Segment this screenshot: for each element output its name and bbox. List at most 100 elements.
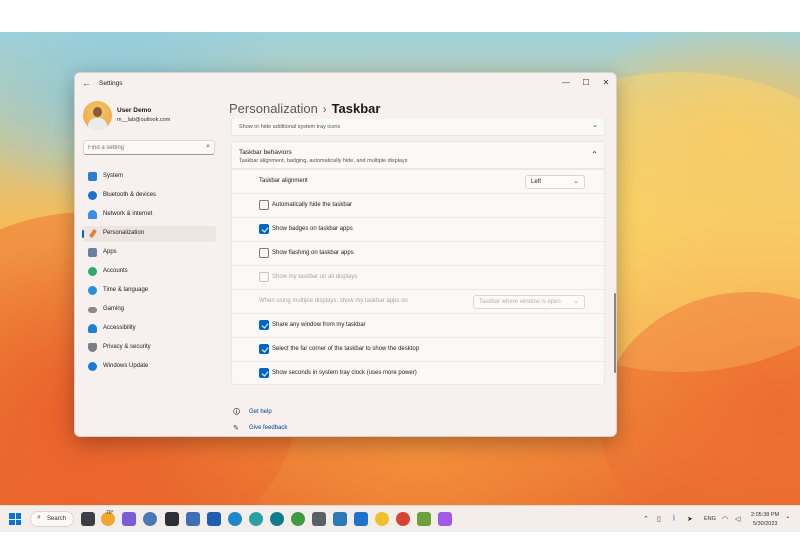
volume-icon[interactable]: ◁ [735, 515, 740, 523]
widgets-icon[interactable] [81, 512, 95, 526]
active-indicator [82, 230, 84, 238]
chrome-canary-icon[interactable] [375, 512, 389, 526]
sidebar-item-personalization[interactable]: Personalization [82, 226, 216, 242]
location-icon[interactable]: ➤ [687, 515, 693, 523]
sidebar-item-system[interactable]: System [83, 169, 216, 185]
user-email: m__lab@outlook.com [117, 117, 171, 123]
language-indicator[interactable]: ENG [704, 516, 716, 522]
start-icon[interactable] [9, 513, 21, 525]
sidebar-item-gaming[interactable]: Gaming [83, 302, 216, 318]
chevron-down-icon: ⌄ [573, 298, 579, 305]
show-flashing-checkbox[interactable] [259, 248, 269, 258]
accessibility-icon [88, 324, 97, 333]
sidebar-item-label: Privacy & security [103, 344, 151, 350]
search-input[interactable] [88, 143, 198, 153]
sidebar-item-time-language[interactable]: Time & language [83, 283, 216, 299]
title-bar: ← Settings — ☐ ✕ [75, 73, 616, 95]
tray-icons-card[interactable]: Show or hide additional system tray icon… [231, 119, 605, 136]
phone-link-icon[interactable] [354, 512, 368, 526]
edge-dev-icon[interactable] [270, 512, 284, 526]
user-name: User Demo [117, 107, 152, 114]
sidebar-item-label: Bluetooth & devices [103, 192, 157, 198]
wifi-icon [88, 210, 97, 219]
usb-icon[interactable]: ▯ [657, 515, 661, 523]
avatar[interactable] [83, 101, 112, 130]
bluetooth-icon[interactable]: ᛒ [672, 515, 676, 522]
dropdown-value: Left [531, 179, 542, 185]
notification-icon[interactable]: ◔ [785, 515, 789, 522]
store-icon[interactable] [333, 512, 347, 526]
photos-icon[interactable] [417, 512, 431, 526]
help-icon: 🛈 [233, 409, 241, 416]
snipping-tool-icon[interactable] [312, 512, 326, 526]
option-label: Show flashing on taskbar apps [272, 250, 354, 256]
option-row[interactable]: Show seconds in system tray clock (uses … [231, 361, 605, 385]
breadcrumb-separator: › [322, 104, 327, 116]
search-icon: ⌕ [37, 514, 41, 521]
sidebar-item-apps[interactable]: Apps [83, 245, 216, 261]
maximize-button[interactable]: ☐ [576, 76, 596, 90]
sidebar-item-network[interactable]: Network & internet [83, 207, 216, 223]
taskbar-search[interactable]: ⌕ Search [30, 511, 74, 527]
virtual-desktop-icon[interactable] [186, 512, 200, 526]
taskbar: ⌕ Search 70° ⌃ ▯ ᛒ ➤ ENG ◠ ◁ 2:05:38 PM … [0, 505, 800, 532]
show-badges-checkbox[interactable] [259, 224, 269, 234]
edge-canary-icon[interactable] [291, 512, 305, 526]
clock-time[interactable]: 2:05:38 PM [751, 512, 779, 518]
sidebar-item-windows-update[interactable]: Windows Update [83, 359, 216, 375]
apps-icon [88, 248, 97, 257]
chat-icon[interactable] [122, 512, 136, 526]
section-description: Taskbar alignment, badging, automaticall… [239, 158, 408, 164]
chevron-up-icon[interactable]: ⌃ [643, 515, 649, 523]
paint-icon[interactable] [438, 512, 452, 526]
shield-icon [88, 343, 97, 352]
edge-beta-icon[interactable] [249, 512, 263, 526]
sidebar-item-label: Time & language [103, 287, 149, 293]
show-seconds-checkbox[interactable] [259, 368, 269, 378]
multi-display-row: When using multiple displays, show my ta… [231, 289, 605, 313]
sidebar-item-bluetooth[interactable]: Bluetooth & devices [83, 188, 216, 204]
edge-icon[interactable] [228, 512, 242, 526]
search-icon[interactable]: ⌕ [206, 143, 210, 151]
auto-hide-checkbox[interactable] [259, 200, 269, 210]
chevron-up-icon[interactable]: ⌃ [591, 150, 598, 159]
sidebar-item-accessibility[interactable]: Accessibility [83, 321, 216, 337]
back-arrow-icon[interactable]: ← [82, 78, 91, 88]
outlook-icon[interactable] [207, 512, 221, 526]
share-window-checkbox[interactable] [259, 320, 269, 330]
far-corner-checkbox[interactable] [259, 344, 269, 354]
chevron-down-icon: ⌄ [573, 178, 579, 185]
option-row[interactable]: Automatically hide the taskbar [231, 193, 605, 217]
feedback-icon: ✎ [233, 425, 239, 432]
taskbar-alignment-row: Taskbar alignment Left ⌄ [231, 169, 605, 193]
close-button[interactable]: ✕ [596, 76, 616, 90]
update-icon [88, 362, 97, 371]
gamepad-icon [88, 307, 97, 313]
sidebar-item-privacy[interactable]: Privacy & security [83, 340, 216, 356]
sidebar-item-accounts[interactable]: Accounts [83, 264, 216, 280]
sidebar-item-label: Personalization [103, 230, 145, 236]
option-row[interactable]: Show badges on taskbar apps [231, 217, 605, 241]
settings-gear-icon[interactable] [143, 512, 157, 526]
terminal-icon[interactable] [165, 512, 179, 526]
taskbar-alignment-dropdown[interactable]: Left ⌄ [525, 175, 585, 189]
option-row[interactable]: Show flashing on taskbar apps [231, 241, 605, 265]
sidebar-item-label: Accessibility [103, 325, 136, 331]
clock-date[interactable]: 5/30/2023 [753, 521, 777, 527]
scrollbar[interactable] [614, 293, 616, 373]
wifi-icon[interactable]: ◠ [722, 515, 728, 523]
taskbar-behaviors-header[interactable]: Taskbar behaviors Taskbar alignment, bad… [231, 141, 605, 169]
minimize-button[interactable]: — [556, 76, 576, 90]
breadcrumb: Personalization › Taskbar [229, 101, 380, 116]
breadcrumb-parent[interactable]: Personalization [229, 101, 318, 116]
sidebar-item-label: System [103, 173, 124, 179]
option-row[interactable]: Select the far corner of the taskbar to … [231, 337, 605, 361]
chrome-icon[interactable] [396, 512, 410, 526]
option-row[interactable]: Share any window from my taskbar [231, 313, 605, 337]
option-label: Show my taskbar on all displays [272, 274, 358, 280]
sidebar: User Demo m__lab@outlook.com ⌕ System Bl… [75, 95, 223, 436]
taskbar-search-label: Search [47, 516, 67, 522]
bluetooth-icon [88, 191, 97, 200]
option-label: Automatically hide the taskbar [272, 202, 353, 208]
search-box[interactable]: ⌕ [83, 140, 215, 155]
